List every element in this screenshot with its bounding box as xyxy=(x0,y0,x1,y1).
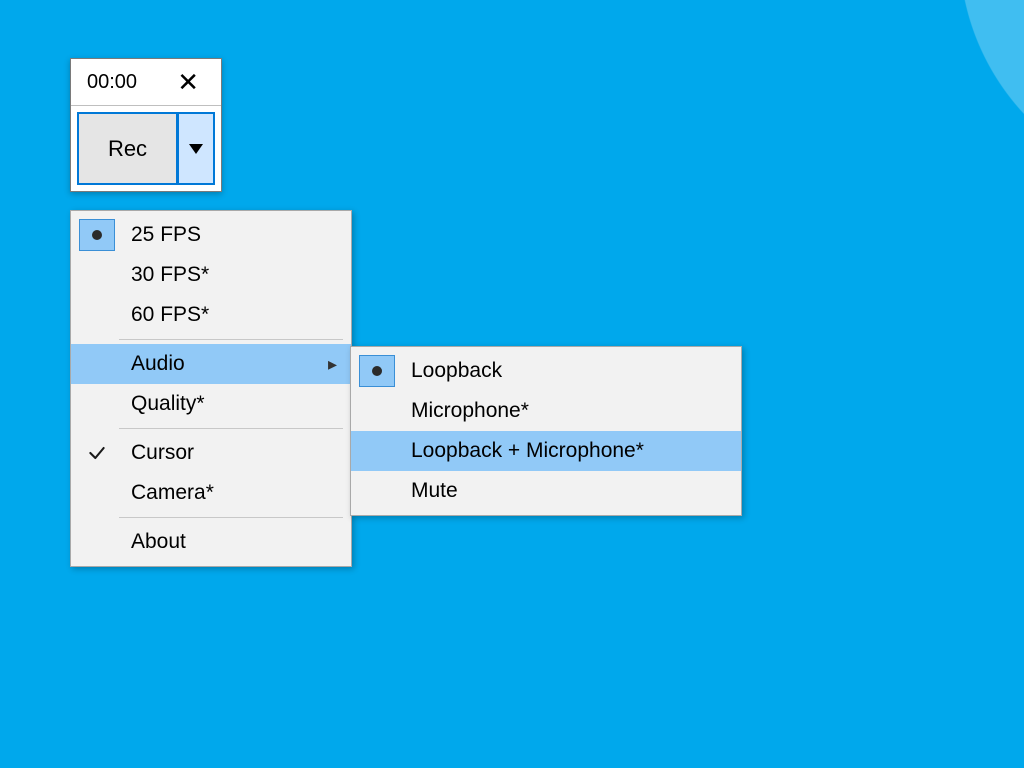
widget-titlebar: 00:00 ✕ xyxy=(71,59,221,105)
menu-item-audio[interactable]: Audio ▸ xyxy=(71,344,351,384)
record-button[interactable]: Rec xyxy=(77,112,178,185)
menu-item-quality[interactable]: Quality* xyxy=(71,384,351,424)
recorder-widget: 00:00 ✕ Rec xyxy=(70,58,222,192)
chevron-right-icon: ▸ xyxy=(328,355,337,373)
menu-item-label: 30 FPS* xyxy=(131,263,209,287)
desktop-background: 00:00 ✕ Rec 25 FPS 30 FPS* 60 FPS* xyxy=(0,0,1024,768)
menu-separator xyxy=(119,428,343,429)
submenu-item-loopback[interactable]: Loopback xyxy=(351,351,741,391)
radio-selected-icon xyxy=(79,219,115,251)
chevron-down-icon xyxy=(189,144,203,154)
audio-submenu: Loopback Microphone* Loopback + Micropho… xyxy=(350,346,742,516)
radio-selected-icon xyxy=(359,355,395,387)
recording-timer: 00:00 xyxy=(87,71,137,94)
close-button[interactable]: ✕ xyxy=(169,65,207,99)
bullet-icon xyxy=(92,230,102,240)
menu-item-label: Quality* xyxy=(131,392,205,416)
record-dropdown-button[interactable] xyxy=(178,112,215,185)
record-row: Rec xyxy=(71,105,221,191)
menu-separator xyxy=(119,339,343,340)
check-icon xyxy=(87,443,107,463)
record-button-label: Rec xyxy=(108,136,147,162)
menu-item-label: Microphone* xyxy=(411,399,529,423)
menu-item-label: Camera* xyxy=(131,481,214,505)
submenu-item-microphone[interactable]: Microphone* xyxy=(351,391,741,431)
menu-item-label: Mute xyxy=(411,479,458,503)
menu-item-30fps[interactable]: 30 FPS* xyxy=(71,255,351,295)
menu-item-label: Cursor xyxy=(131,441,194,465)
menu-item-camera[interactable]: Camera* xyxy=(71,473,351,513)
menu-item-label: Loopback + Microphone* xyxy=(411,439,644,463)
menu-item-about[interactable]: About xyxy=(71,522,351,562)
menu-item-label: Loopback xyxy=(411,359,502,383)
menu-item-label: 60 FPS* xyxy=(131,303,209,327)
menu-item-25fps[interactable]: 25 FPS xyxy=(71,215,351,255)
check-selected-icon xyxy=(79,437,115,469)
menu-item-label: Audio xyxy=(131,352,185,376)
submenu-item-loopback-microphone[interactable]: Loopback + Microphone* xyxy=(351,431,741,471)
submenu-item-mute[interactable]: Mute xyxy=(351,471,741,511)
menu-separator xyxy=(119,517,343,518)
bullet-icon xyxy=(372,366,382,376)
menu-item-60fps[interactable]: 60 FPS* xyxy=(71,295,351,335)
menu-item-label: 25 FPS xyxy=(131,223,201,247)
settings-menu: 25 FPS 30 FPS* 60 FPS* Audio ▸ Quality* … xyxy=(70,210,352,567)
menu-item-label: About xyxy=(131,530,186,554)
menu-item-cursor[interactable]: Cursor xyxy=(71,433,351,473)
